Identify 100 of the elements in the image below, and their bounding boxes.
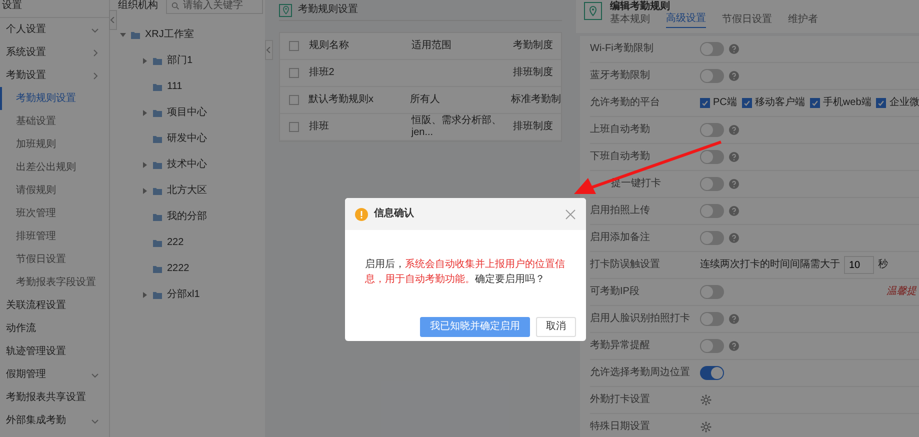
sidebar-item[interactable]: 轨迹管理设置 <box>0 340 109 363</box>
checkbox[interactable] <box>289 95 300 105</box>
setting-label: 考勤异常提醒 <box>590 340 651 352</box>
toggle-switch[interactable] <box>700 150 724 164</box>
number-field[interactable]: 10 <box>844 256 874 274</box>
tree-node[interactable]: 我的分部 <box>118 204 265 230</box>
sidebar-item[interactable]: 班次管理 <box>0 202 109 225</box>
tab[interactable]: 高级设置 <box>666 13 706 28</box>
toggle-switch[interactable] <box>700 123 724 137</box>
toggle-switch[interactable] <box>700 42 724 56</box>
toggle-switch[interactable] <box>700 204 724 218</box>
column-header: 考勤制度 <box>513 40 554 52</box>
tree-node[interactable]: 北方大区 <box>118 178 265 204</box>
toggle-switch[interactable] <box>700 339 724 353</box>
column-header: 适用范围 <box>411 40 452 52</box>
sidebar-item[interactable]: 考勤规则设置 <box>0 87 109 110</box>
chevron-right-icon <box>91 72 99 80</box>
table-cell: 标准考勤制 <box>511 94 561 105</box>
tab[interactable]: 基本规则 <box>610 13 650 28</box>
setting-label: 特殊日期设置 <box>590 421 651 433</box>
tab[interactable]: 节假日设置 <box>722 13 772 28</box>
sidebar-item[interactable]: 基础设置 <box>0 110 109 133</box>
folder-icon <box>153 83 162 91</box>
checkbox[interactable] <box>289 68 300 78</box>
sidebar-item[interactable]: 考勤报表共享设置 <box>0 386 109 409</box>
tree-node[interactable]: 项目中心 <box>118 100 265 126</box>
setting-label: 启用人脸识别拍照打卡 <box>590 313 691 325</box>
location-pin-icon <box>279 4 292 16</box>
sidebar-item[interactable]: 排班管理 <box>0 225 109 248</box>
setting-label: 外勤打卡设置 <box>590 394 651 406</box>
table-cell: 恒阪、需求分析部、jen... <box>411 115 502 138</box>
chevron-left-icon <box>110 17 116 23</box>
sidebar-item[interactable]: 动作流 <box>0 317 109 340</box>
sidebar-item[interactable]: 加班规则 <box>0 133 109 156</box>
tree-node[interactable]: 研发中心 <box>118 126 265 152</box>
toggle-switch[interactable] <box>700 177 724 191</box>
setting-label: 打卡防误触设置 <box>590 259 661 271</box>
tab[interactable]: 维护者 <box>788 13 818 28</box>
chevron-down-icon <box>91 416 99 424</box>
checkbox[interactable] <box>700 98 710 108</box>
toggle-switch[interactable] <box>700 231 724 245</box>
setting-label: 下班自动考勤 <box>590 151 651 163</box>
checkbox[interactable] <box>289 122 300 132</box>
checkbox[interactable] <box>289 41 300 51</box>
toggle-switch[interactable] <box>700 366 724 380</box>
setting-label: 启用添加备注 <box>590 232 651 244</box>
setting-label: 启用拍照上传 <box>590 205 651 217</box>
collapse-handle[interactable] <box>109 10 117 30</box>
table-cell: 排班制度 <box>513 67 554 78</box>
dialog-title: 信息确认 <box>374 208 415 220</box>
sidebar-item[interactable]: 考勤报表字段设置 <box>0 271 109 294</box>
sidebar-item[interactable]: 请假规则 <box>0 179 109 202</box>
unit-label: 秒 <box>878 259 888 271</box>
collapse-handle[interactable] <box>265 40 273 60</box>
sidebar-item[interactable]: 出差公出规则 <box>0 156 109 179</box>
tree-node[interactable]: 分部xl1 <box>118 282 265 308</box>
checkbox[interactable] <box>810 98 820 108</box>
panel-title: 考勤规则设置 <box>298 4 358 16</box>
checkbox-label: 企业微 <box>889 97 919 109</box>
folder-icon <box>153 57 162 65</box>
table-cell: 所有人 <box>410 94 440 105</box>
tree-node[interactable]: 技术中心 <box>118 152 265 178</box>
gear-icon <box>700 394 712 406</box>
tree-node[interactable]: XRJ工作室 <box>118 22 265 48</box>
toggle-switch[interactable] <box>700 312 724 326</box>
tree-node[interactable]: 111 <box>118 74 265 100</box>
checkbox-label: 手机web端 <box>822 97 872 109</box>
dialog-message: 启用后，系统会自动收集并上报用户的位置信息，用于自动考勤功能。确定要启用吗？ <box>364 258 566 287</box>
setting-label: Wi-Fi考勤限制 <box>590 43 654 55</box>
column-header: 规则名称 <box>308 40 350 52</box>
tree-node[interactable]: 222 <box>118 230 265 256</box>
sidebar-item[interactable]: 假期管理 <box>0 363 109 386</box>
setting-text: 连续两次打卡的时间间隔需大于 <box>700 259 840 271</box>
tree-node[interactable]: 部门1 <box>118 48 265 74</box>
checkbox[interactable] <box>742 98 752 108</box>
close-button[interactable] <box>565 208 576 220</box>
chevron-right-icon <box>91 48 99 56</box>
sidebar-item[interactable]: 个人设置 <box>0 18 109 41</box>
gear-icon <box>700 421 712 433</box>
sidebar-item[interactable]: 外部集成考勤 <box>0 409 109 432</box>
chevron-down-icon <box>91 26 99 34</box>
tree-node[interactable]: 2222 <box>118 256 265 282</box>
location-pin-icon <box>584 2 602 20</box>
checkbox[interactable] <box>876 98 886 108</box>
folder-icon <box>153 109 162 117</box>
cancel-button[interactable]: 取消 <box>536 317 576 337</box>
sidebar-item[interactable]: 关联流程设置 <box>0 294 109 317</box>
toggle-switch[interactable] <box>700 285 724 299</box>
hint-text: 温馨提 <box>886 286 916 298</box>
toggle-switch[interactable] <box>700 69 724 83</box>
folder-icon <box>153 291 162 299</box>
table-cell: 排班 <box>308 121 329 132</box>
sidebar-item[interactable]: 考勤设置 <box>0 64 109 87</box>
sidebar-item[interactable]: 节假日设置 <box>0 248 109 271</box>
setting-label: 上班自动考勤 <box>590 124 651 136</box>
sidebar-item[interactable]: 系统设置 <box>0 41 109 64</box>
folder-icon <box>153 135 162 143</box>
setting-label: 允许考勤的平台 <box>590 97 661 109</box>
confirm-button[interactable]: 我已知晓并确定启用 <box>420 317 530 337</box>
folder-icon <box>153 213 162 221</box>
